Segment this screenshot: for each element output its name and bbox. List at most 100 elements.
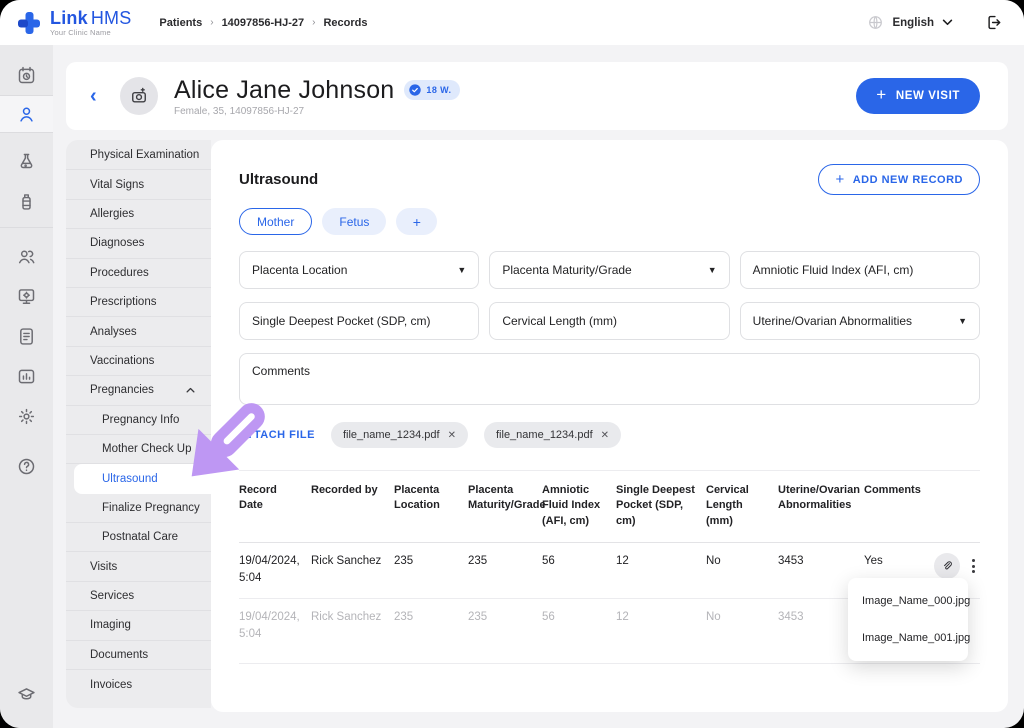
attach-file-button[interactable]: ATTACH FILE [239, 429, 315, 441]
breadcrumb-separator: › [210, 17, 213, 28]
add-tab-button[interactable]: + [396, 208, 437, 235]
camera-add-icon [129, 86, 149, 106]
chevron-up-icon [186, 387, 195, 393]
nav-item-pregnancy-info[interactable]: Pregnancy Info [66, 406, 211, 435]
ultrasound-records-table: Record Date Recorded by Placenta Locatio… [239, 470, 980, 664]
attachment-menu-item[interactable]: Image_Name_001.jpg [848, 620, 968, 657]
logo-title: LinkHMS [50, 9, 131, 27]
rail-item-pharmacy[interactable] [0, 181, 53, 221]
record-nav: Physical Examination Vital Signs Allergi… [66, 140, 211, 708]
nav-item-procedures[interactable]: Procedures [66, 259, 211, 288]
plus-icon: + [876, 85, 887, 105]
cell-record-date: 19/04/2024, 5:04 [239, 553, 311, 588]
afi-input[interactable]: Amniotic Fluid Index (AFI, cm) [740, 251, 980, 289]
nav-item-documents[interactable]: Documents [66, 641, 211, 670]
nav-item-finalize-pregnancy[interactable]: Finalize Pregnancy [66, 494, 211, 523]
nav-item-allergies[interactable]: Allergies [66, 200, 211, 229]
cell-sdp: 12 [616, 553, 706, 570]
nav-item-services[interactable]: Services [66, 582, 211, 611]
caret-down-icon: ▼ [457, 265, 466, 275]
table-row[interactable]: 19/04/2024, 5:04 Rick Sanchez 235 235 56… [239, 543, 980, 599]
nav-item-postnatal-care[interactable]: Postnatal Care [66, 523, 211, 552]
rail-item-workstation[interactable] [0, 276, 53, 316]
back-button[interactable]: ‹ [90, 85, 108, 108]
cell-placenta-maturity: 235 [468, 609, 542, 626]
cell-placenta-maturity: 235 [468, 553, 542, 570]
nav-item-mother-check-up[interactable]: Mother Check Up [66, 435, 211, 464]
add-new-record-button[interactable]: + ADD NEW RECORD [818, 164, 980, 195]
remove-attachment-icon[interactable]: ✕ [601, 430, 609, 441]
column-header: Placenta Location [394, 483, 468, 529]
paperclip-icon [940, 559, 954, 573]
cell-record-date: 19/04/2024, 5:04 [239, 609, 311, 644]
staff-people-icon [16, 246, 37, 267]
column-header: Record Date [239, 483, 311, 529]
logout-button[interactable] [985, 13, 1004, 32]
cell-recorded-by: Rick Sanchez [311, 609, 394, 626]
attachment-chip: file_name_1234.pdf ✕ [331, 422, 468, 448]
rail-item-patients[interactable] [0, 96, 53, 132]
breadcrumb-patient-id[interactable]: 14097856-HJ-27 [222, 17, 305, 29]
tab-fetus[interactable]: Fetus [322, 208, 386, 235]
chevron-down-icon [942, 19, 953, 26]
caret-down-icon: ▼ [708, 265, 717, 275]
placenta-maturity-select[interactable]: Placenta Maturity/Grade▼ [489, 251, 729, 289]
logout-icon [985, 13, 1004, 32]
remove-attachment-icon[interactable]: ✕ [448, 430, 456, 441]
comments-textarea[interactable]: Comments [239, 353, 980, 405]
app-logo[interactable]: LinkHMS Your Clinic Name [16, 9, 131, 37]
column-header: Recorded by [311, 483, 394, 529]
column-header: Uterine/Ovarian Abnormalities [778, 483, 864, 529]
attachment-menu-item[interactable]: Image_Name_000.jpg [848, 583, 968, 620]
rail-item-settings[interactable] [0, 396, 53, 436]
nav-item-invoices[interactable]: Invoices [66, 670, 211, 699]
rail-item-schedule[interactable] [0, 55, 53, 95]
rail-item-help[interactable] [0, 446, 53, 486]
breadcrumb-separator: › [312, 17, 315, 28]
tab-mother[interactable]: Mother [239, 208, 312, 235]
app-window: LinkHMS Your Clinic Name Patients › 1409… [0, 0, 1024, 728]
column-header: Amniotic Fluid Index (AFI, cm) [542, 483, 616, 529]
uterine-abnormalities-select[interactable]: Uterine/Ovarian Abnormalities▼ [740, 302, 980, 340]
breadcrumb-records[interactable]: Records [323, 17, 367, 29]
monitor-gear-icon [16, 286, 37, 307]
rail-item-statistics[interactable] [0, 356, 53, 396]
nav-item-physical-examination[interactable]: Physical Examination [66, 141, 211, 170]
section-title: Ultrasound [239, 171, 318, 188]
attachments-toggle-button[interactable] [934, 553, 960, 579]
nav-item-ultrasound[interactable]: Ultrasound [74, 464, 211, 493]
sdp-input[interactable]: Single Deepest Pocket (SDP, cm) [239, 302, 479, 340]
rail-item-education[interactable] [0, 674, 53, 714]
icon-rail [0, 45, 53, 728]
help-icon [16, 456, 37, 477]
nav-item-pregnancies[interactable]: Pregnancies [66, 376, 211, 405]
language-selector[interactable]: English [867, 14, 953, 31]
row-menu-button[interactable] [966, 553, 980, 579]
content-stage: ‹ Alice Jane Johnson 18 w. Female, 35, 1… [53, 45, 1024, 728]
nav-item-vaccinations[interactable]: Vaccinations [66, 347, 211, 376]
document-report-icon [16, 326, 37, 347]
lab-flask-icon [16, 151, 37, 172]
new-visit-button[interactable]: + NEW VISIT [856, 78, 980, 114]
nav-item-analyses[interactable]: Analyses [66, 317, 211, 346]
subject-tabs: Mother Fetus + [239, 208, 980, 235]
patient-person-icon [16, 104, 37, 125]
rail-item-staff[interactable] [0, 236, 53, 276]
nav-item-imaging[interactable]: Imaging [66, 611, 211, 640]
breadcrumb-patients[interactable]: Patients [159, 17, 202, 29]
patient-avatar-upload[interactable] [120, 77, 158, 115]
plus-icon: + [835, 171, 844, 188]
rail-item-laboratory[interactable] [0, 141, 53, 181]
cell-recorded-by: Rick Sanchez [311, 553, 394, 570]
cervical-length-input[interactable]: Cervical Length (mm) [489, 302, 729, 340]
cell-placenta-location: 235 [394, 553, 468, 570]
nav-item-diagnoses[interactable]: Diagnoses [66, 229, 211, 258]
nav-item-vital-signs[interactable]: Vital Signs [66, 170, 211, 199]
cell-cervical-length: No [706, 609, 778, 626]
patient-meta: Female, 35, 14097856-HJ-27 [174, 106, 460, 117]
nav-item-visits[interactable]: Visits [66, 552, 211, 581]
pregnancy-badge-icon [408, 83, 422, 97]
rail-item-reports[interactable] [0, 316, 53, 356]
placenta-location-select[interactable]: Placenta Location▼ [239, 251, 479, 289]
nav-item-prescriptions[interactable]: Prescriptions [66, 288, 211, 317]
